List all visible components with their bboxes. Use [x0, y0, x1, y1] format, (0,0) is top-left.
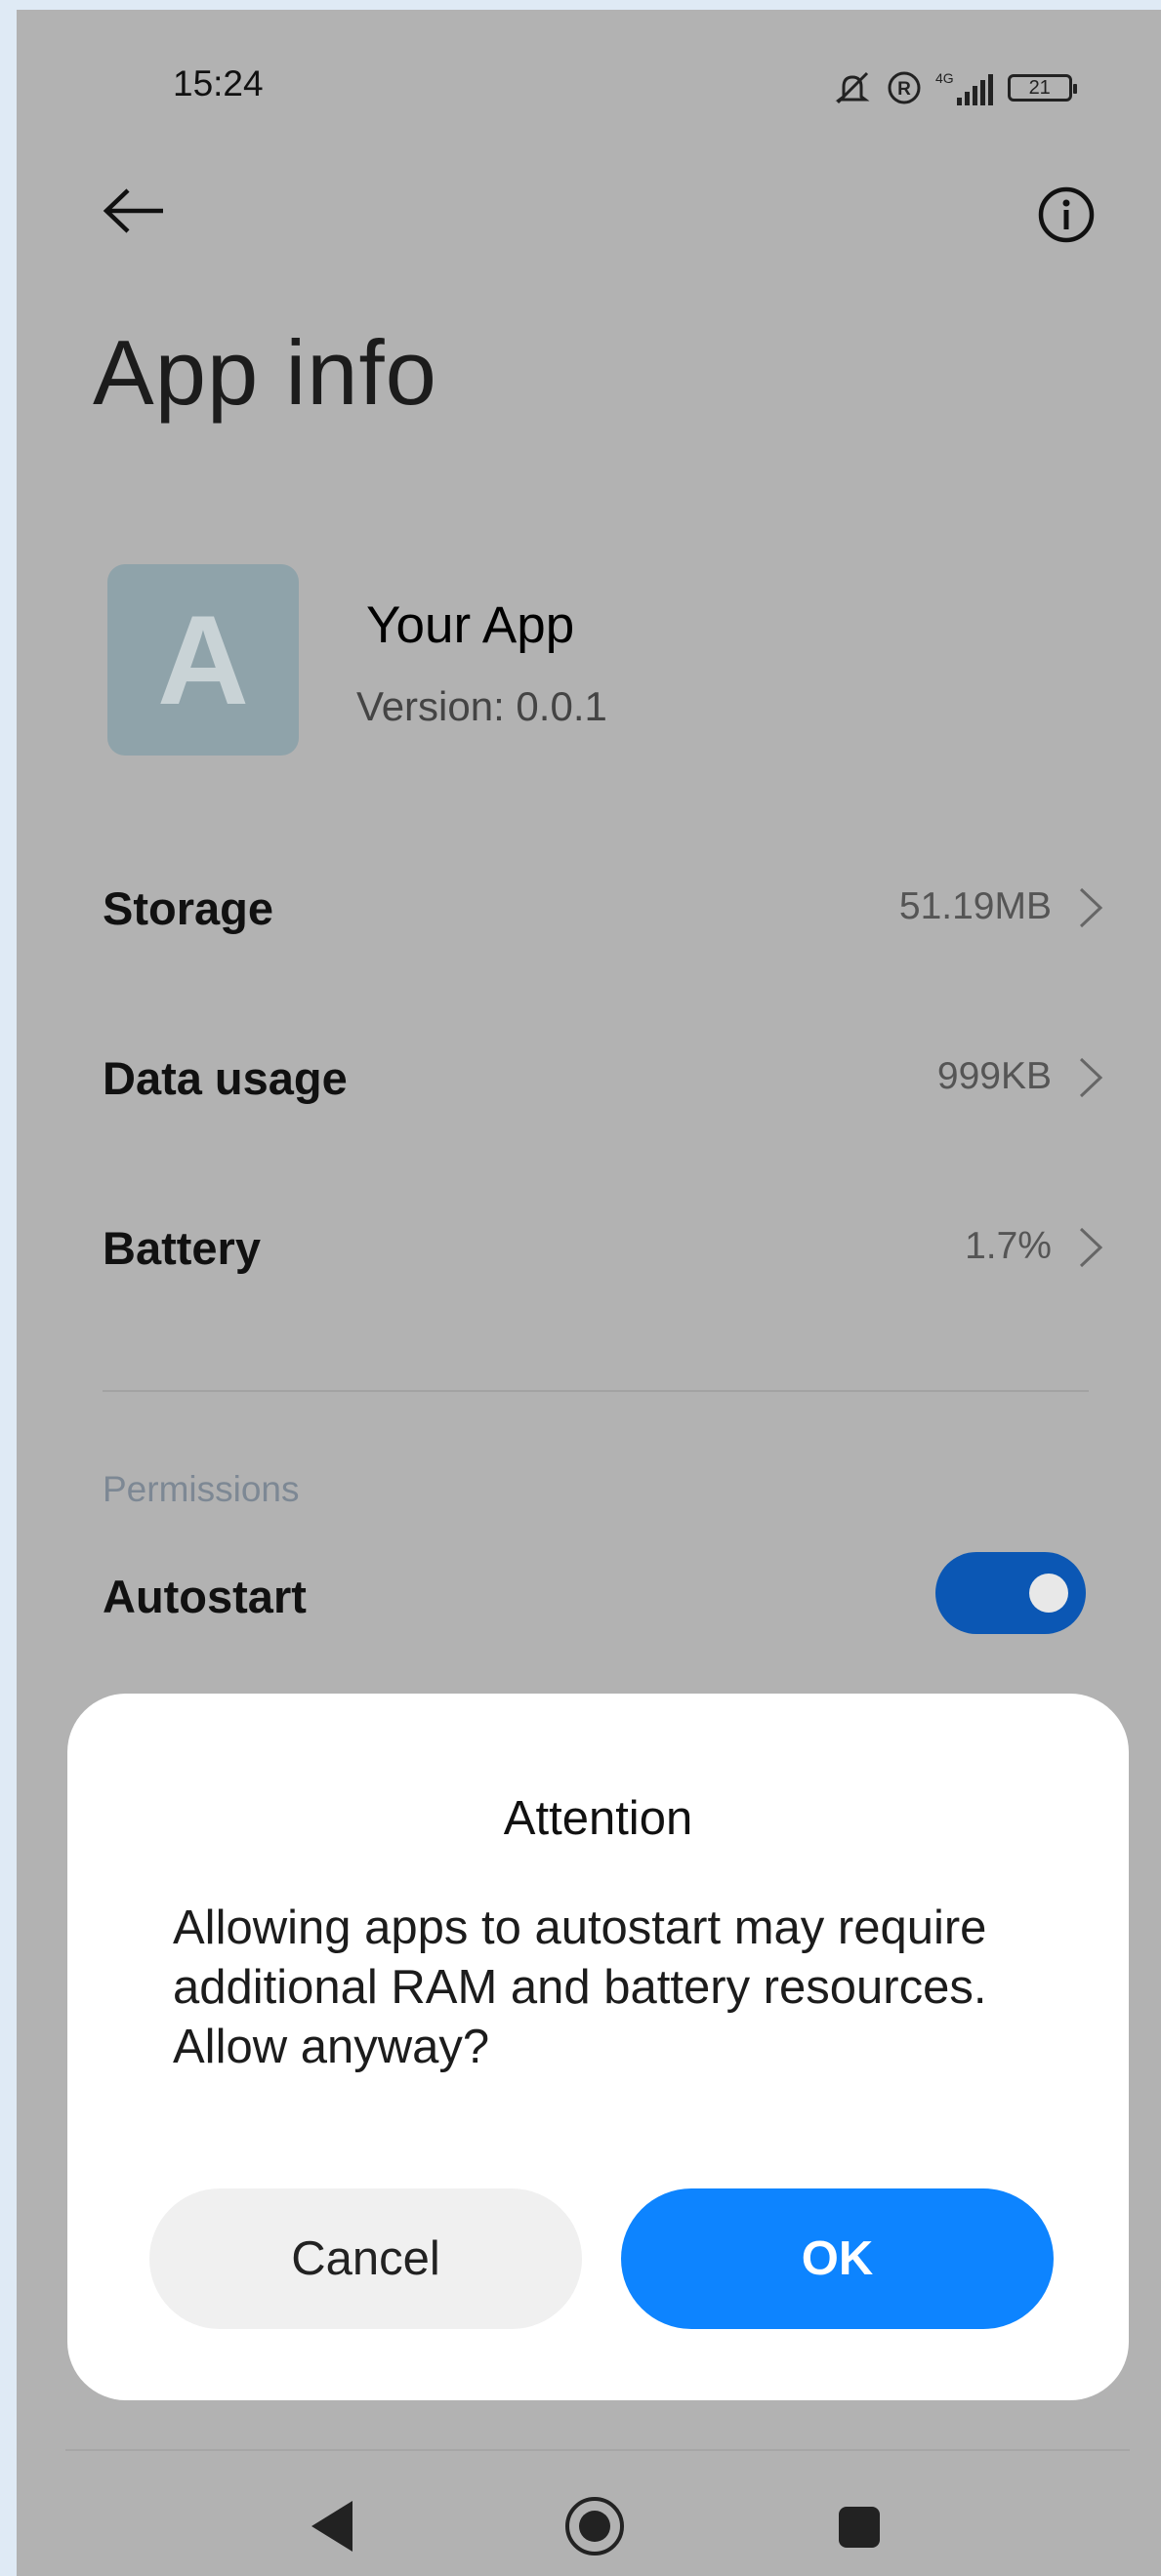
signal-indicator: 4G — [935, 70, 994, 105]
status-icons: R 4G 21 — [832, 68, 1077, 107]
toggle-knob — [1029, 1574, 1068, 1613]
info-circle-icon[interactable] — [1037, 185, 1096, 244]
storage-label: Storage — [103, 882, 273, 934]
app-name: Your App — [366, 596, 575, 654]
attention-dialog: Attention Allowing apps to autostart may… — [67, 1694, 1129, 2400]
cancel-button[interactable]: Cancel — [149, 2188, 582, 2329]
chevron-right-icon — [1079, 887, 1103, 928]
autostart-label: Autostart — [103, 1571, 307, 1622]
data-usage-label: Data usage — [103, 1052, 348, 1104]
status-time: 15:24 — [173, 63, 264, 103]
autostart-toggle[interactable] — [935, 1552, 1086, 1634]
signal-bars-icon — [956, 74, 993, 105]
app-info-screen: 15:24 R 4G 21 App info A Your App Versio… — [17, 10, 1161, 2576]
storage-value: 51.19MB — [898, 885, 1052, 927]
permissions-section-label: Permissions — [103, 1469, 300, 1509]
page-title: App info — [93, 321, 437, 424]
dialog-title: Attention — [503, 1792, 693, 1845]
section-divider — [103, 1390, 1089, 1392]
nav-recents-icon[interactable] — [837, 2505, 882, 2550]
app-icon: A — [107, 564, 299, 756]
roaming-icon: R — [888, 71, 921, 104]
data-usage-value: 999KB — [936, 1055, 1052, 1097]
battery-value: 1.7% — [965, 1225, 1052, 1267]
nav-home-icon[interactable] — [563, 2495, 626, 2557]
svg-text:R: R — [897, 79, 911, 100]
battery-label: Battery — [103, 1222, 261, 1274]
nav-back-icon[interactable] — [310, 2499, 354, 2554]
arrow-left-icon[interactable] — [103, 187, 165, 234]
muted-bell-icon — [835, 71, 870, 104]
navbar-divider — [65, 2449, 1130, 2451]
network-type-label: 4G — [935, 70, 954, 86]
ok-button[interactable]: OK — [621, 2188, 1054, 2329]
app-version: Version: 0.0.1 — [356, 683, 607, 729]
chevron-right-icon — [1079, 1227, 1103, 1268]
dialog-message: Allowing apps to autostart may require a… — [173, 1901, 987, 2073]
chevron-right-icon — [1079, 1057, 1103, 1098]
battery-icon: 21 — [1007, 74, 1077, 102]
